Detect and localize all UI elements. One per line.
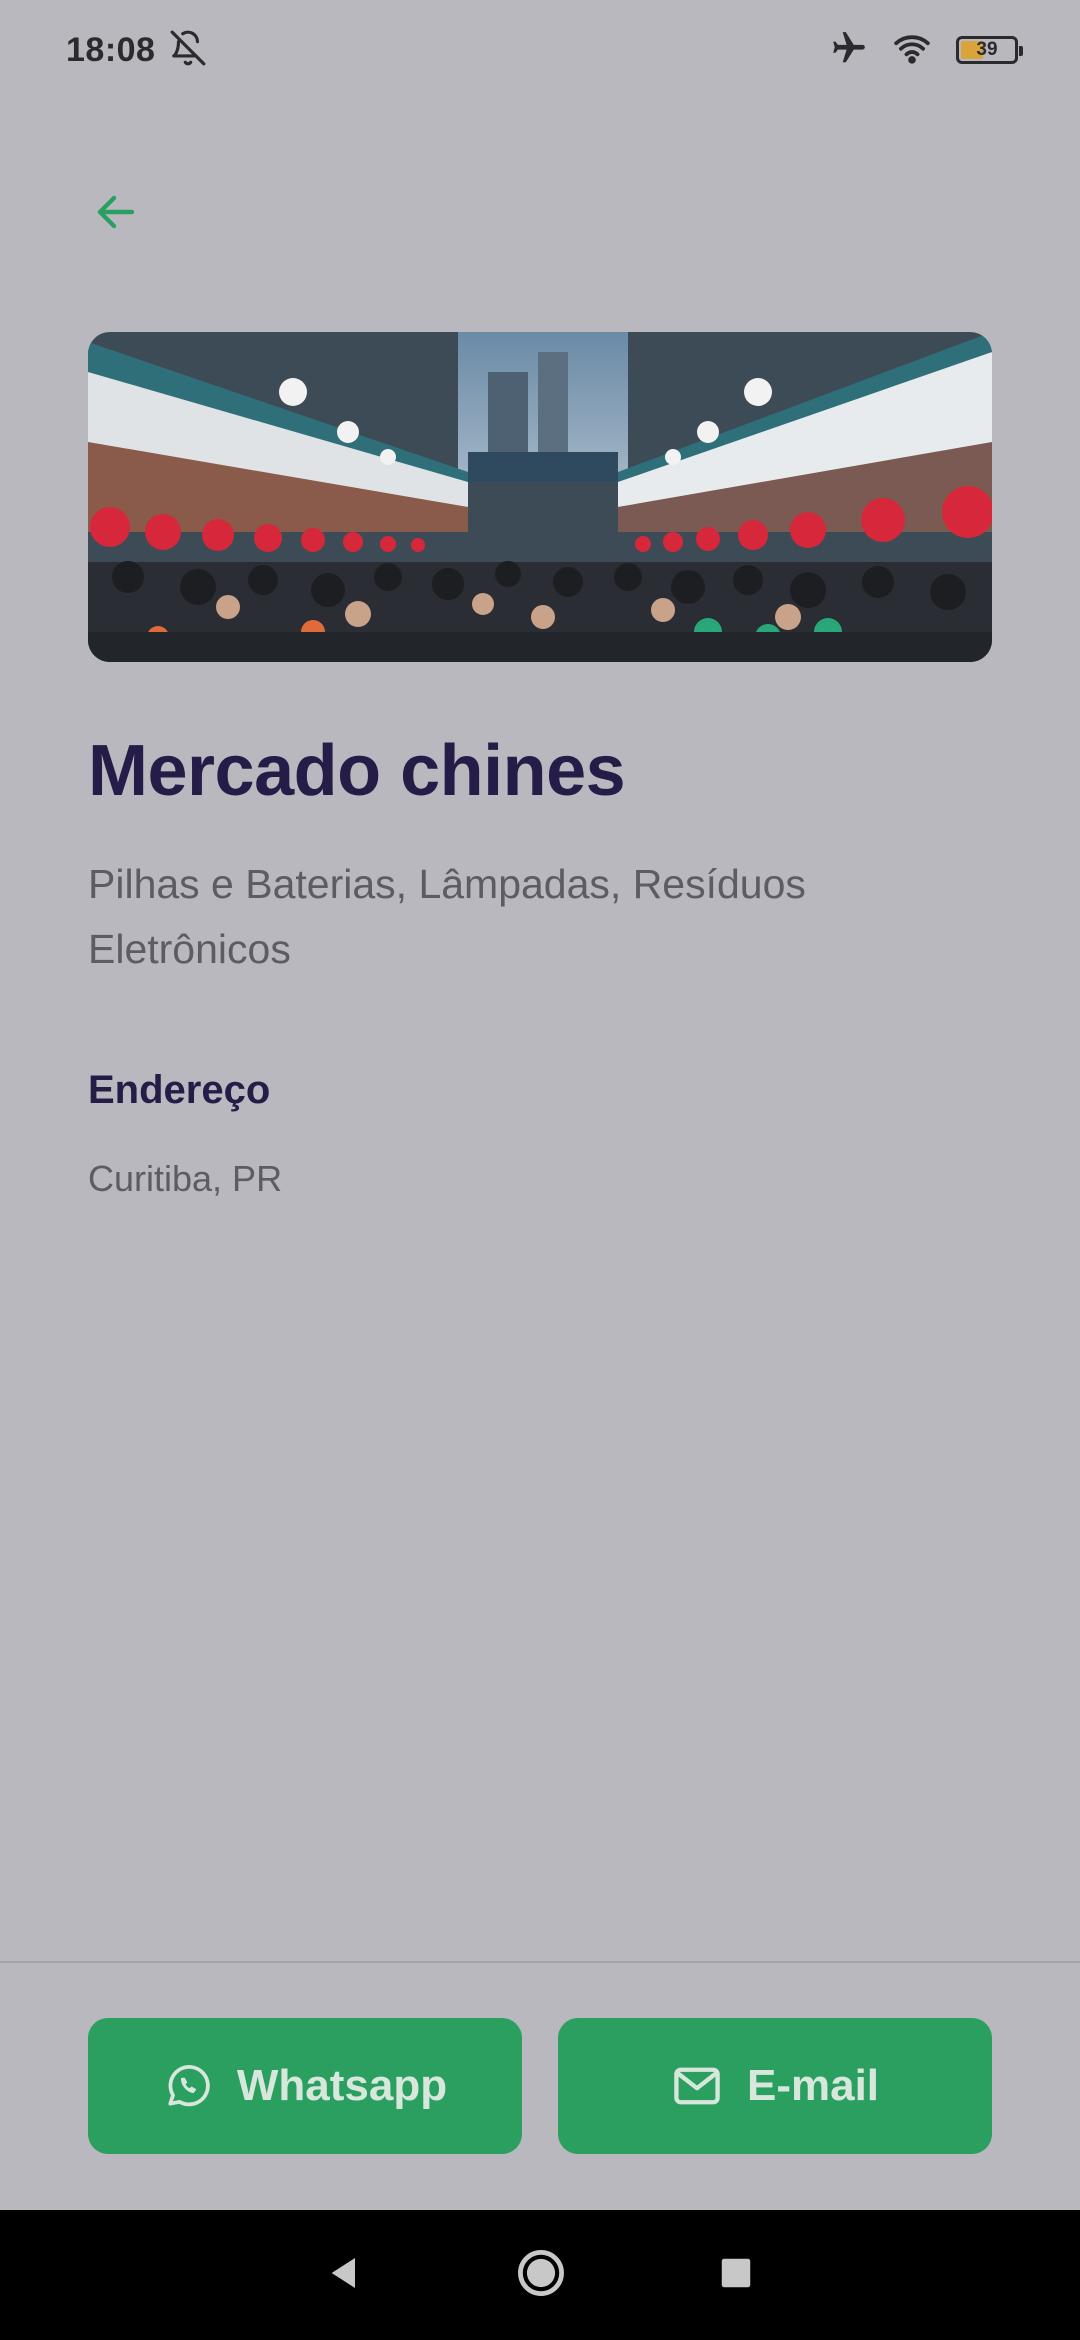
address-text: Curitiba, PR <box>88 1158 283 1199</box>
arrow-left-icon <box>97 195 135 229</box>
whatsapp-button[interactable]: Whatsapp <box>88 2018 522 2154</box>
email-label: E-mail <box>746 2061 880 2110</box>
footer-divider <box>0 1961 1080 1963</box>
battery-icon: 39 <box>956 36 1023 64</box>
bell-off-icon <box>169 29 207 72</box>
nav-back-icon[interactable] <box>325 2253 365 2298</box>
airplane-icon <box>830 29 868 72</box>
status-left: 18:08 <box>66 29 207 72</box>
system-nav-bar <box>0 2210 1080 2340</box>
mail-icon <box>674 2067 720 2105</box>
place-categories: Pilhas e Baterias, Lâmpadas, Resíduos El… <box>88 861 806 972</box>
place-title: Mercado chines <box>88 731 626 811</box>
whatsapp-icon <box>168 2065 210 2107</box>
nav-home-icon[interactable] <box>515 2247 567 2304</box>
whatsapp-label: Whatsapp <box>236 2061 448 2110</box>
address-heading: Endereço <box>88 1068 271 1112</box>
status-time: 18:08 <box>66 30 156 69</box>
battery-percent: 39 <box>976 39 998 60</box>
status-right: 39 <box>830 29 1023 72</box>
status-bar: 18:08 39 <box>0 0 1080 100</box>
place-photo <box>88 332 992 662</box>
back-button[interactable] <box>84 180 148 244</box>
email-button[interactable]: E-mail <box>558 2018 992 2154</box>
nav-recents-icon[interactable] <box>717 2254 755 2297</box>
wifi-icon <box>890 29 934 72</box>
